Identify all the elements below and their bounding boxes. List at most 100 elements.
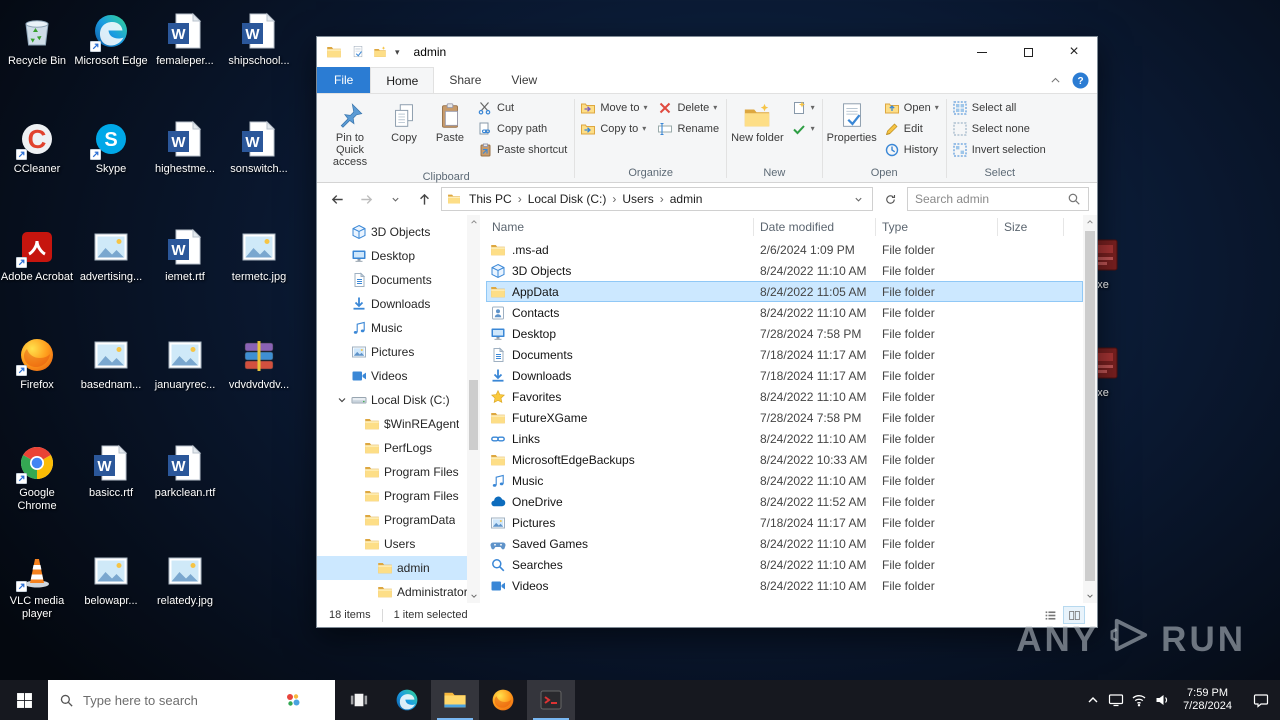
up-button[interactable]: [412, 187, 436, 211]
desktop-icon-iemet-rtf[interactable]: Wiemet.rtf: [148, 226, 222, 284]
desktop-icon-advertising[interactable]: advertising...: [74, 226, 148, 284]
titlebar[interactable]: ▾ admin ×: [317, 37, 1097, 67]
breadcrumb-item-this-pc[interactable]: This PC: [463, 192, 518, 206]
file-row-futurexgame[interactable]: FutureXGame 7/28/2024 7:58 PM File folder: [486, 407, 1083, 428]
desktop-icon-termetc-jpg[interactable]: termetc.jpg: [222, 226, 296, 284]
ribbon-button-rename[interactable]: Rename: [653, 118, 725, 139]
file-row-favorites[interactable]: Favorites 8/24/2022 11:10 AM File folder: [486, 386, 1083, 407]
forward-button[interactable]: [354, 187, 378, 211]
help-icon[interactable]: ?: [1072, 72, 1089, 89]
tray-chevron-up-icon[interactable]: [1081, 680, 1104, 720]
nav-item-local-disk-c[interactable]: Local Disk (C:): [317, 388, 467, 412]
file-row-downloads[interactable]: Downloads 7/18/2024 11:17 AM File folder: [486, 365, 1083, 386]
nav-item-perflogs[interactable]: PerfLogs: [317, 436, 467, 460]
desktop-icon-shipschool[interactable]: Wshipschool...: [222, 10, 296, 68]
tray-volume-icon[interactable]: [1150, 680, 1173, 720]
taskbar-firefox[interactable]: [479, 680, 527, 720]
nav-item-pictures[interactable]: Pictures: [317, 340, 467, 364]
breadcrumb-item-local-disk-c[interactable]: Local Disk (C:): [522, 192, 613, 206]
nav-item-downloads[interactable]: Downloads: [317, 292, 467, 316]
nav-item-videos[interactable]: Videos: [317, 364, 467, 388]
file-row-ms-ad[interactable]: .ms-ad 2/6/2024 1:09 PM File folder: [486, 239, 1083, 260]
tab-file[interactable]: File: [317, 67, 371, 93]
ribbon-button-paste[interactable]: Paste: [427, 97, 473, 146]
tab-share[interactable]: Share: [434, 67, 496, 93]
tab-home[interactable]: Home: [370, 67, 435, 93]
taskbar-search[interactable]: [48, 680, 335, 720]
nav-item-winreagent[interactable]: $WinREAgent: [317, 412, 467, 436]
column-header-date-modified[interactable]: Date modified: [754, 218, 876, 236]
search-icon[interactable]: [1067, 192, 1081, 206]
desktop-icon-januaryrec[interactable]: januaryrec...: [148, 334, 222, 392]
taskbar-task-view[interactable]: [335, 680, 383, 720]
close-button[interactable]: ×: [1051, 37, 1097, 67]
address-dropdown-icon[interactable]: [850, 195, 867, 204]
file-row-onedrive[interactable]: OneDrive 8/24/2022 11:52 AM File folder: [486, 491, 1083, 512]
nav-item-desktop[interactable]: Desktop: [317, 244, 467, 268]
nav-item-administrator[interactable]: Administrator: [317, 580, 467, 603]
taskbar-clock[interactable]: 7:59 PM 7/28/2024: [1173, 687, 1242, 713]
ribbon-button-pin-to-quick-access[interactable]: Pin to Quick access: [319, 97, 381, 170]
desktop-icon-skype[interactable]: S Skype: [74, 118, 148, 176]
desktop-icon-microsoft-edge[interactable]: Microsoft Edge: [74, 10, 148, 68]
nav-scrollbar[interactable]: [467, 215, 480, 603]
ribbon-button-new-folder[interactable]: New folder: [728, 97, 787, 146]
nav-item-documents[interactable]: Documents: [317, 268, 467, 292]
file-row-music[interactable]: Music 8/24/2022 11:10 AM File folder: [486, 470, 1083, 491]
ribbon-button-copy[interactable]: Copy: [381, 97, 427, 146]
desktop-icon-basicc-rtf[interactable]: Wbasicc.rtf: [74, 442, 148, 500]
scroll-down-icon[interactable]: [467, 589, 480, 603]
nav-item-users[interactable]: Users: [317, 532, 467, 556]
start-button[interactable]: [0, 680, 48, 720]
file-row-appdata[interactable]: AppData 8/24/2022 11:05 AM File folder: [486, 281, 1083, 302]
search-input[interactable]: [915, 192, 1061, 206]
nav-item-program-files[interactable]: Program Files: [317, 460, 467, 484]
ribbon-button-paste-shortcut[interactable]: Paste shortcut: [473, 139, 573, 160]
column-header-size[interactable]: Size: [998, 218, 1064, 236]
ribbon-button-history[interactable]: History: [880, 139, 945, 160]
nav-item-program-files[interactable]: Program Files: [317, 484, 467, 508]
desktop-icon-vlc-media-player[interactable]: VLC media player: [0, 550, 74, 621]
scroll-up-icon[interactable]: [467, 215, 480, 229]
qat-properties-button[interactable]: [351, 45, 365, 59]
refresh-button[interactable]: [878, 187, 902, 211]
ribbon-button-easy-access[interactable]: ▾: [787, 118, 821, 139]
address-bar[interactable]: This PC › Local Disk (C:) › Users › admin: [441, 187, 873, 211]
tray-network-icon[interactable]: [1127, 680, 1150, 720]
taskbar-running-sample[interactable]: [527, 680, 575, 720]
ribbon-button-select-all[interactable]: Select all: [948, 97, 1052, 118]
taskbar-file-explorer[interactable]: [431, 680, 479, 720]
breadcrumb-item-users[interactable]: Users: [616, 192, 659, 206]
recent-locations-icon[interactable]: [383, 187, 407, 211]
taskbar-edge[interactable]: [383, 680, 431, 720]
desktop-icon-recycle-bin[interactable]: Recycle Bin: [0, 10, 74, 68]
collapse-ribbon-icon[interactable]: [1049, 74, 1062, 87]
file-row-desktop[interactable]: Desktop 7/28/2024 7:58 PM File folder: [486, 323, 1083, 344]
file-row-microsoftedgebackups[interactable]: MicrosoftEdgeBackups 8/24/2022 10:33 AM Fi…: [486, 449, 1083, 470]
nav-item-3d-objects[interactable]: 3D Objects: [317, 220, 467, 244]
ribbon-button-edit[interactable]: Edit: [880, 118, 945, 139]
desktop-icon-firefox[interactable]: Firefox: [0, 334, 74, 392]
chevron-down-icon[interactable]: [336, 395, 347, 405]
desktop-icon-sonswitch[interactable]: Wsonswitch...: [222, 118, 296, 176]
search-highlights-icon[interactable]: [285, 692, 301, 708]
list-scrollbar[interactable]: [1083, 215, 1097, 603]
file-row-saved-games[interactable]: Saved Games 8/24/2022 11:10 AM File folder: [486, 533, 1083, 554]
file-row-videos[interactable]: Videos 8/24/2022 11:10 AM File folder: [486, 575, 1083, 596]
desktop-icon-adobe-acrobat[interactable]: Adobe Acrobat: [0, 226, 74, 284]
desktop-icon-google-chrome[interactable]: Google Chrome: [0, 442, 74, 513]
back-button[interactable]: [325, 187, 349, 211]
ribbon-button-copy-to[interactable]: Copy to ▾: [576, 118, 653, 139]
file-row-contacts[interactable]: Contacts 8/24/2022 11:10 AM File folder: [486, 302, 1083, 323]
nav-item-music[interactable]: Music: [317, 316, 467, 340]
ribbon-button-move-to[interactable]: Move to ▾: [576, 97, 653, 118]
search-box[interactable]: [907, 187, 1089, 211]
tray-display-icon[interactable]: [1104, 680, 1127, 720]
file-row-3d-objects[interactable]: 3D Objects 8/24/2022 11:10 AM File folder: [486, 260, 1083, 281]
desktop-icon-parkclean-rtf[interactable]: Wparkclean.rtf: [148, 442, 222, 500]
tab-view[interactable]: View: [496, 67, 552, 93]
desktop-icon-highestme[interactable]: Whighestme...: [148, 118, 222, 176]
ribbon-button-invert-selection[interactable]: Invert selection: [948, 139, 1052, 160]
column-header-type[interactable]: Type: [876, 218, 998, 236]
action-center-button[interactable]: [1242, 692, 1280, 708]
